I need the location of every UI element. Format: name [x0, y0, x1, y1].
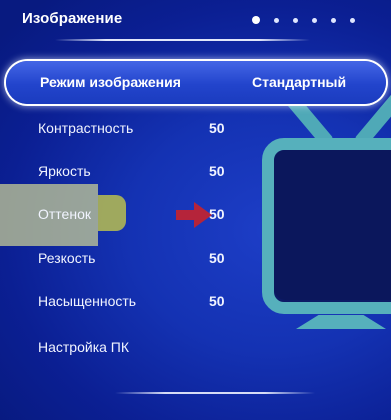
- menu-item-saturation[interactable]: Насыщенность 50: [0, 285, 260, 319]
- footer-divider: [115, 392, 315, 394]
- menu-item-value: 50: [209, 293, 225, 309]
- menu-item-label: Контрастность: [38, 120, 134, 136]
- page-dot: [274, 17, 279, 23]
- menu-item-label: Резкость: [38, 250, 96, 266]
- menu-item-sharpness[interactable]: Резкость 50: [0, 242, 260, 276]
- menu-item-label: Настройка ПК: [38, 339, 130, 355]
- menu-item-label: Оттенок: [38, 206, 91, 222]
- picture-settings-screen: Изображение Режим изображения Стандартны…: [0, 0, 391, 420]
- menu-item-label: Насыщенность: [38, 293, 137, 309]
- page-dot-active: [252, 16, 260, 24]
- tv-screen: [274, 150, 391, 300]
- page-indicator: [252, 14, 382, 26]
- menu-item-value: 50: [209, 120, 225, 136]
- tv-base: [296, 315, 386, 329]
- page-dot: [331, 17, 336, 23]
- menu-item-picture-mode[interactable]: Режим изображения Стандартный: [6, 61, 386, 104]
- menu-item-contrast[interactable]: Контрастность 50: [0, 112, 260, 146]
- menu-title: Изображение: [22, 10, 123, 27]
- tv-illustration-icon: [262, 92, 391, 360]
- menu-item-value: Стандартный: [252, 74, 347, 90]
- page-dot: [293, 17, 298, 23]
- menu-item-label: Режим изображения: [40, 74, 181, 90]
- arrow-right-icon: [176, 202, 212, 228]
- menu-item-pc-settings[interactable]: Настройка ПК: [0, 331, 260, 365]
- page-dot: [312, 17, 317, 23]
- menu-item-value: 50: [209, 250, 225, 266]
- header-divider: [55, 39, 310, 41]
- menu-item-label: Яркость: [38, 163, 91, 179]
- page-dot: [350, 17, 355, 23]
- menu-item-tint[interactable]: Оттенок 50: [0, 198, 260, 232]
- menu-item-value: 50: [209, 163, 225, 179]
